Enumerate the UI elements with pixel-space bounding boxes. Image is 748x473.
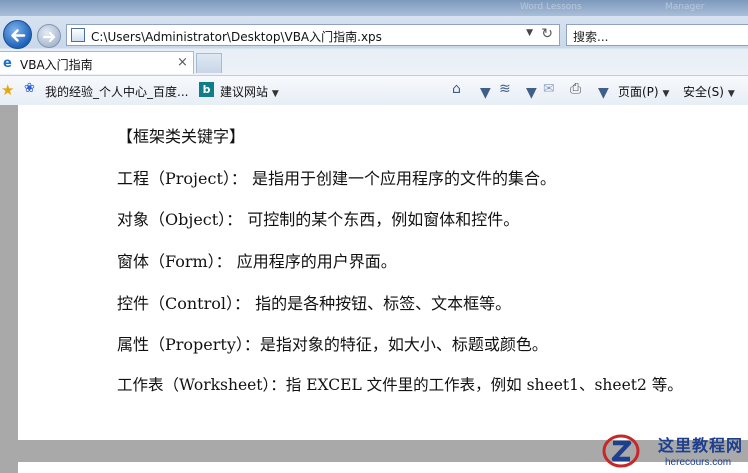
baidu-paw-icon: ❀ [24,81,35,96]
document-line: 工作表（Worksheet）：指 EXCEL 文件里的工作表，例如 sheet1… [117,376,683,394]
home-icon[interactable]: ⌂ [452,81,461,97]
watermark-name: 这里教程网 [658,436,744,455]
chevron-down-icon[interactable]: ▼ [526,85,537,101]
safety-menu[interactable]: 安全(S) ▼ [683,83,735,100]
favorites-bar: ★ ❀ 我的经验_个人中心_百度... b 建议网站 ▼ ⌂ ▼ ≋ ▼ ✉ ⎙… [0,75,748,105]
document-page: 【框架类关键字】 工程（Project）： 是指用于创建一个应用程序的文件的集合… [18,105,748,440]
document-line: 窗体（Form）： 应用程序的用户界面。 [117,252,397,271]
document-line: 对象（Object）： 可控制的某个东西，例如窗体和控件。 [117,210,520,229]
forward-button[interactable] [37,24,61,48]
chevron-down-icon: ▼ [662,89,670,99]
chevron-down-icon: ▼ [271,89,279,99]
chevron-down-icon: ▼ [727,89,735,99]
address-text: C:\Users\Administrator\Desktop\VBA入门指南.x… [91,30,382,44]
bing-icon: b [199,82,214,97]
document-line: 属性（Property）：是指对象的特征，如大小、标题或颜色。 [117,335,548,354]
page-menu-label: 页面(P) [618,85,659,99]
arrow-left-icon [11,29,26,42]
favorite-link-suggested[interactable]: 建议网站 ▼ [220,83,279,100]
suggested-sites-label: 建议网站 [220,85,269,99]
favorites-star-icon[interactable]: ★ [1,81,14,99]
ie-logo-icon: e [3,56,12,71]
search-box[interactable]: 搜索... [566,24,748,46]
blurred-title-text: Word Lessons [520,2,582,12]
z-logo-icon [602,434,640,468]
document-line: 控件（Control）： 指的是各种按钮、标签、文本框等。 [117,294,512,313]
search-placeholder: 搜索... [573,30,609,44]
print-icon[interactable]: ⎙ [570,81,581,97]
safety-menu-label: 安全(S) [683,85,724,99]
new-tab-button[interactable] [196,53,222,73]
rss-feed-icon[interactable]: ≋ [499,81,511,97]
refresh-icon[interactable]: ↻ [541,26,553,42]
blurred-title-text: Manager [665,2,705,12]
page-menu[interactable]: 页面(P) ▼ [618,83,669,100]
tab-vba-guide[interactable]: e VBA入门指南 × [0,51,194,74]
watermark-url: herecours.com [665,457,732,468]
arrow-right-icon [42,31,56,43]
close-tab-icon[interactable]: × [177,55,188,70]
address-bar[interactable]: C:\Users\Administrator\Desktop\VBA入门指南.x… [66,24,560,46]
chevron-down-icon[interactable]: ▼ [480,85,491,101]
document-line: 工程（Project）： 是指用于创建一个应用程序的文件的集合。 [117,169,556,188]
section-heading: 【框架类关键字】 [117,127,246,146]
favorite-link-baidu[interactable]: 我的经验_个人中心_百度... [45,83,188,100]
site-watermark: 这里教程网 herecours.com [600,432,748,473]
back-button[interactable] [3,20,32,49]
tab-title: VBA入门指南 [20,58,93,72]
address-dropdown-icon[interactable]: ▼ [526,28,533,38]
window-title-strip: Word Lessons Manager [0,0,748,16]
document-icon [71,28,85,42]
browser-chrome: Word Lessons Manager C:\Users\Administra… [0,0,748,105]
chevron-down-icon[interactable]: ▼ [598,85,609,101]
mail-icon[interactable]: ✉ [543,81,555,97]
